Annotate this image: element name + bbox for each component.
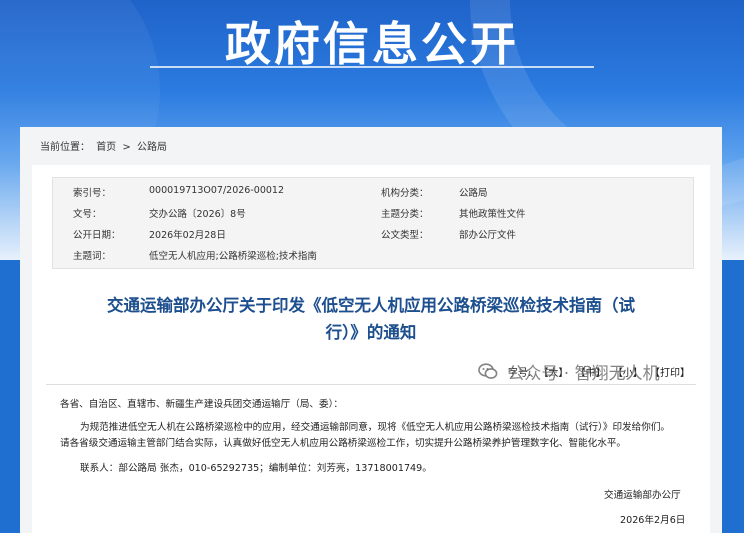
- topic-label: 主题分类：: [381, 209, 429, 220]
- metadata-row: 主题词： 低空无人机应用;公路桥梁巡检;技术指南: [53, 248, 693, 268]
- watermark-text: 公众号 · 智翔无人机: [507, 364, 660, 384]
- sign-date: 2026年2月6日: [620, 515, 686, 526]
- index-label: 索引号：: [73, 188, 112, 199]
- breadcrumb-current-link[interactable]: 公路局: [137, 142, 167, 153]
- breadcrumb: 当前位置： 首页 > 公路局: [40, 138, 170, 153]
- date-label: 公开日期：: [73, 230, 121, 241]
- body-paragraph-line: 为规范推进低空无人机在公路桥梁巡检中的应用，经交通运输部同意，现将《低空无人机应…: [80, 422, 671, 433]
- docno-value: 交办公路〔2026〕8号: [149, 209, 246, 220]
- wechat-icon: [478, 363, 498, 385]
- topic-value: 其他政策性文件: [459, 209, 526, 220]
- index-value: 000019713O07/2026-00012: [149, 185, 284, 196]
- keywords-value: 低空无人机应用;公路桥梁巡检;技术指南: [149, 251, 317, 262]
- document-title: 交通运输部办公厅关于印发《低空无人机应用公路桥梁巡检技术指南（试 行）》的通知: [46, 292, 696, 346]
- breadcrumb-separator: >: [122, 142, 131, 153]
- body-paragraph-line: 请各省级交通运输主管部门结合实际，认真做好低空无人机应用公路桥梁巡检工作，切实提…: [60, 438, 627, 449]
- article-panel: 索引号： 000019713O07/2026-00012 机构分类： 公路局 文…: [32, 165, 710, 533]
- watermark: 公众号 · 智翔无人机: [478, 359, 660, 385]
- page-title: 政府信息公开: [225, 17, 519, 71]
- org-label: 机构分类：: [381, 188, 429, 199]
- signature: 交通运输部办公厅: [604, 490, 681, 501]
- keywords-label: 主题词：: [73, 251, 112, 262]
- breadcrumb-home-link[interactable]: 首页: [96, 142, 116, 153]
- document-title-line: 交通运输部办公厅关于印发《低空无人机应用公路桥梁巡检技术指南（试: [107, 296, 635, 315]
- metadata-row: 文号： 交办公路〔2026〕8号 主题分类： 其他政策性文件: [53, 206, 693, 226]
- type-label: 公文类型：: [381, 230, 429, 241]
- title-underline: [150, 66, 594, 68]
- docno-label: 文号：: [73, 209, 102, 220]
- metadata-table: 索引号： 000019713O07/2026-00012 机构分类： 公路局 文…: [52, 177, 694, 269]
- breadcrumb-prefix: 当前位置：: [40, 142, 90, 153]
- date-value: 2026年02月28日: [149, 230, 226, 241]
- metadata-row: 公开日期： 2026年02月28日 公文类型： 部办公厅文件: [53, 227, 693, 247]
- metadata-row: 索引号： 000019713O07/2026-00012 机构分类： 公路局: [53, 185, 693, 205]
- document-title-line: 行）》的通知: [325, 323, 417, 342]
- salutation: 各省、自治区、直辖市、新疆生产建设兵团交通运输厅（局、委）：: [60, 399, 344, 410]
- contact-info: 联系人：部公路局 张杰，010-65292735；编制单位：刘芳亮，137180…: [80, 463, 432, 474]
- type-value: 部办公厅文件: [459, 230, 517, 241]
- org-value: 公路局: [459, 188, 488, 199]
- content-card: 当前位置： 首页 > 公路局 索引号： 000019713O07/2026-00…: [20, 127, 722, 533]
